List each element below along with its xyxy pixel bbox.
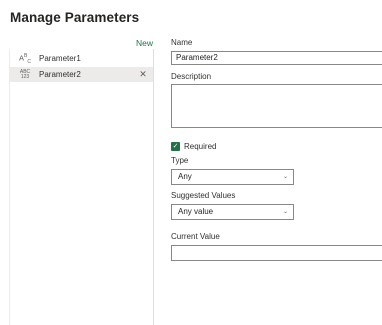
type-value: Any <box>178 172 192 181</box>
list-item-parameter2[interactable]: ABC 123 Parameter2 ✕ <box>10 67 153 82</box>
chevron-down-icon: ⌄ <box>282 174 288 180</box>
required-checkbox-row[interactable]: ✓ Required <box>171 142 216 151</box>
parameter-label: Parameter1 <box>39 54 81 63</box>
type-label: Type <box>171 156 189 165</box>
current-value-input[interactable] <box>171 245 382 261</box>
list-item-parameter1[interactable]: ABC Parameter1 <box>10 51 153 66</box>
description-label: Description <box>171 72 212 81</box>
parameter-label: Parameter2 <box>39 70 81 79</box>
number-type-icon: ABC 123 <box>19 68 31 80</box>
chevron-down-icon: ⌄ <box>282 209 288 215</box>
close-icon[interactable]: ✕ <box>137 69 149 80</box>
new-parameter-button[interactable]: New <box>136 38 153 48</box>
manage-parameters-dialog: Manage Parameters New ABC Parameter1 ABC… <box>0 0 382 325</box>
type-select[interactable]: Any ⌄ <box>171 169 294 185</box>
name-input[interactable]: Parameter2 <box>171 51 382 65</box>
required-checkbox[interactable]: ✓ <box>171 142 180 151</box>
description-input[interactable] <box>171 84 382 128</box>
suggested-values-value: Any value <box>178 207 214 216</box>
required-label: Required <box>184 142 217 151</box>
dialog-title: Manage Parameters <box>10 10 140 25</box>
current-value-label: Current Value <box>171 232 220 241</box>
parameters-list: ABC Parameter1 ABC 123 Parameter2 ✕ <box>9 49 154 325</box>
text-type-icon: ABC <box>19 52 31 65</box>
suggested-values-label: Suggested Values <box>171 191 236 200</box>
name-label: Name <box>171 38 193 47</box>
suggested-values-select[interactable]: Any value ⌄ <box>171 204 294 220</box>
